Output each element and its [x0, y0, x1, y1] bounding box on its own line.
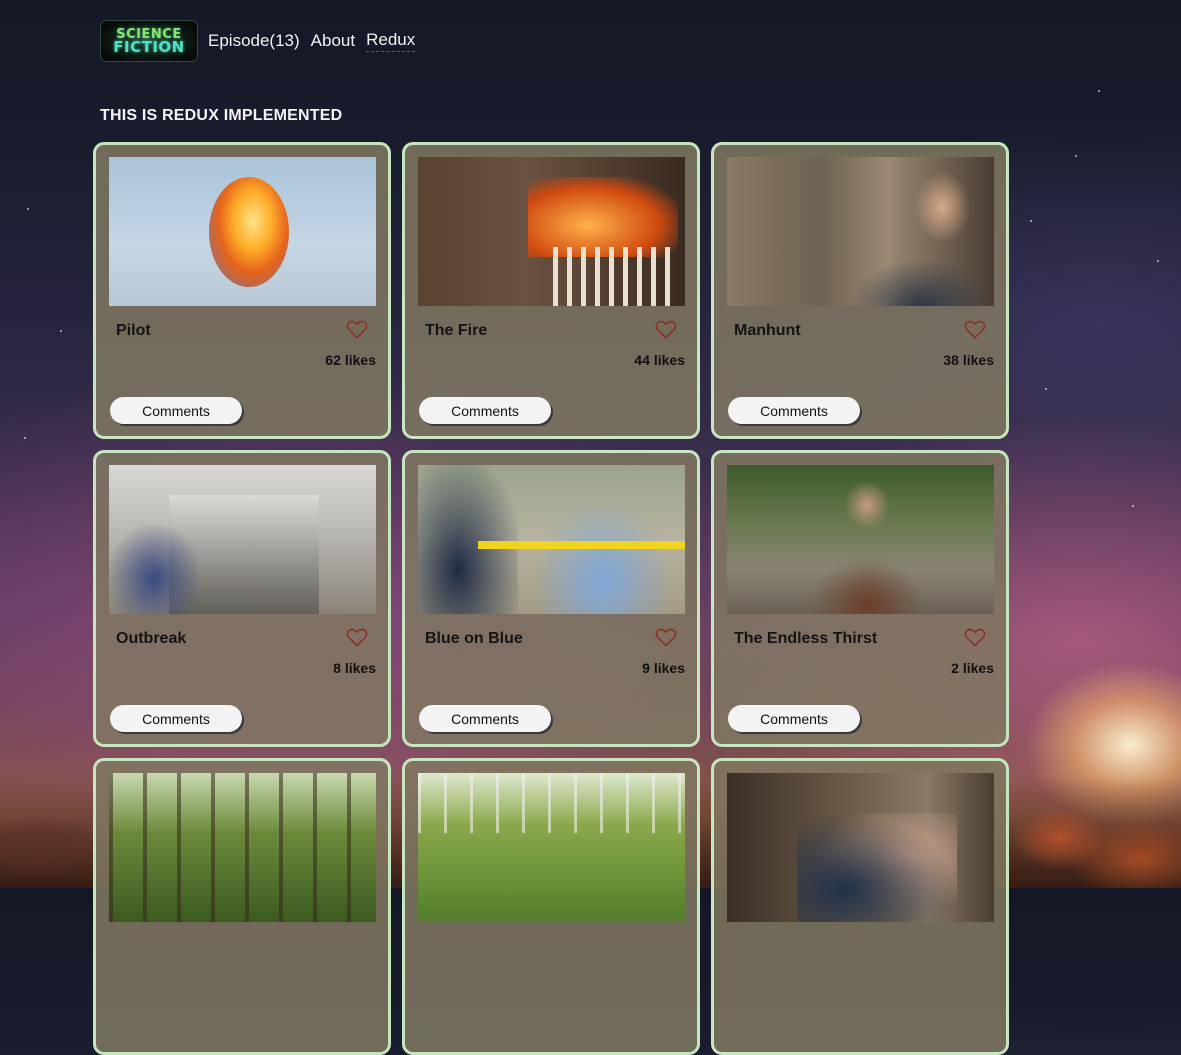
- heart-outline-icon[interactable]: [964, 627, 986, 647]
- likes-count: 62 likes: [325, 352, 376, 368]
- heart-outline-icon[interactable]: [346, 319, 368, 339]
- episode-thumbnail[interactable]: [418, 157, 685, 306]
- episode-grid: Pilot 62 likes Comments The Fire 44 likes …: [93, 142, 1009, 1055]
- episode-card: [711, 758, 1009, 1055]
- episode-thumbnail[interactable]: [727, 157, 994, 306]
- comments-button[interactable]: Comments: [110, 705, 242, 732]
- comments-button[interactable]: Comments: [728, 397, 860, 424]
- episode-thumbnail[interactable]: [109, 773, 376, 922]
- likes-count: 38 likes: [943, 352, 994, 368]
- comments-button[interactable]: Comments: [728, 705, 860, 732]
- heart-outline-icon[interactable]: [346, 627, 368, 647]
- likes-count: 44 likes: [634, 352, 685, 368]
- nav-link-about[interactable]: About: [311, 31, 355, 51]
- episode-card: The Endless Thirst 2 likes Comments: [711, 450, 1009, 747]
- episode-title: Manhunt: [734, 322, 801, 339]
- episode-card: [93, 758, 391, 1055]
- episode-card: Outbreak 8 likes Comments: [93, 450, 391, 747]
- page-title: THIS IS REDUX IMPLEMENTED: [100, 107, 343, 124]
- episode-title: The Fire: [425, 322, 488, 339]
- episode-card: Blue on Blue 9 likes Comments: [402, 450, 700, 747]
- episode-thumbnail[interactable]: [109, 157, 376, 306]
- heart-outline-icon[interactable]: [655, 319, 677, 339]
- episode-title: The Endless Thirst: [734, 630, 878, 647]
- science-fiction-logo[interactable]: SCIENCE FICTION: [100, 20, 198, 62]
- episode-thumbnail[interactable]: [109, 465, 376, 614]
- heart-outline-icon[interactable]: [655, 627, 677, 647]
- episode-card: [402, 758, 700, 1055]
- nav-link-episodes[interactable]: Episode(13): [208, 31, 300, 51]
- likes-count: 9 likes: [642, 660, 685, 676]
- episode-title: Blue on Blue: [425, 630, 523, 647]
- logo-text-line2: FICTION: [113, 38, 185, 56]
- episode-title: Pilot: [116, 322, 151, 339]
- episode-thumbnail[interactable]: [727, 465, 994, 614]
- episode-card: The Fire 44 likes Comments: [402, 142, 700, 439]
- likes-count: 8 likes: [333, 660, 376, 676]
- episode-thumbnail[interactable]: [418, 773, 685, 922]
- comments-button[interactable]: Comments: [419, 397, 551, 424]
- comments-button[interactable]: Comments: [419, 705, 551, 732]
- episode-title: Outbreak: [116, 630, 187, 647]
- nav-link-redux[interactable]: Redux: [366, 30, 416, 52]
- episode-thumbnail[interactable]: [418, 465, 685, 614]
- comments-button[interactable]: Comments: [110, 397, 242, 424]
- top-nav: SCIENCE FICTION Episode(13) About Redux: [100, 20, 426, 62]
- episode-card: Pilot 62 likes Comments: [93, 142, 391, 439]
- nav-links: Episode(13) About Redux: [208, 30, 426, 52]
- episode-card: Manhunt 38 likes Comments: [711, 142, 1009, 439]
- heart-outline-icon[interactable]: [964, 319, 986, 339]
- episode-thumbnail[interactable]: [727, 773, 994, 922]
- likes-count: 2 likes: [951, 660, 994, 676]
